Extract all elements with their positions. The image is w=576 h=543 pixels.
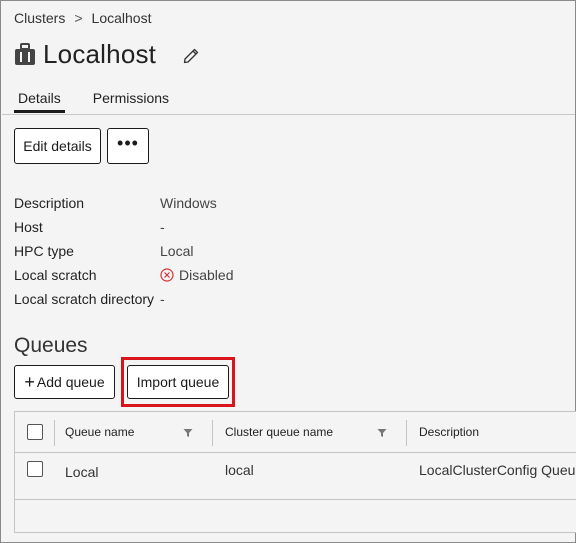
detail-value-with-icon: Disabled — [160, 267, 233, 283]
column-divider — [212, 420, 213, 446]
page-title: Localhost — [43, 39, 157, 69]
detail-value: - — [160, 291, 165, 307]
detail-row-description: Description Windows — [14, 191, 233, 215]
column-header-queue-name[interactable]: Queue name — [65, 412, 134, 452]
detail-row-hpc-type: HPC type Local — [14, 239, 233, 263]
page-frame: Clusters > Localhost Localhost Details P… — [0, 0, 576, 543]
tab-permissions[interactable]: Permissions — [89, 90, 173, 111]
pencil-icon[interactable] — [182, 47, 200, 65]
tabs-divider — [2, 114, 575, 115]
queues-heading: Queues — [14, 334, 88, 357]
column-divider — [54, 420, 55, 446]
cell-description: LocalClusterConfig Queue — [419, 462, 576, 478]
detail-value: Windows — [160, 195, 217, 211]
detail-value: Local — [160, 243, 194, 259]
select-all-checkbox[interactable] — [27, 424, 43, 440]
filter-icon[interactable] — [377, 428, 387, 438]
column-divider — [406, 420, 407, 446]
detail-label: Description — [14, 195, 85, 211]
table-header: Queue name Cluster queue name Descriptio… — [15, 412, 576, 453]
detail-label: HPC type — [14, 243, 74, 259]
add-queue-button[interactable]: + Add queue — [14, 365, 115, 399]
breadcrumb-clusters-link[interactable]: Clusters — [14, 10, 65, 26]
cell-cluster-queue-name: local — [225, 462, 254, 478]
detail-row-host: Host - — [14, 215, 233, 239]
detail-label: Local scratch directory — [14, 291, 155, 307]
column-header-description[interactable]: Description — [419, 412, 479, 452]
more-actions-button[interactable]: ••• — [107, 128, 149, 164]
filter-icon[interactable] — [183, 428, 193, 438]
row-checkbox[interactable] — [27, 461, 43, 477]
cluster-icon — [15, 42, 35, 65]
queues-table: Queue name Cluster queue name Descriptio… — [14, 411, 576, 533]
tab-bar: Details Permissions — [14, 90, 173, 113]
cell-queue-name: Local — [65, 464, 99, 480]
detail-row-local-scratch: Local scratch Disabled — [14, 263, 233, 287]
details-list: Description Windows Host - HPC type Loca… — [14, 191, 233, 311]
table-row[interactable]: Local local LocalClusterConfig Queue — [15, 453, 576, 500]
add-queue-label: Add queue — [36, 374, 105, 390]
column-header-cluster-queue-name[interactable]: Cluster queue name — [225, 412, 333, 452]
edit-details-button[interactable]: Edit details — [14, 128, 101, 164]
breadcrumb-current: Localhost — [91, 10, 152, 26]
tab-details[interactable]: Details — [14, 90, 65, 113]
detail-label: Host — [14, 219, 43, 235]
detail-label: Local scratch — [14, 267, 97, 283]
detail-value: - — [160, 219, 165, 235]
detail-value: Disabled — [179, 267, 234, 283]
title-row: Localhost — [14, 39, 200, 70]
breadcrumb-separator: > — [74, 10, 83, 26]
disabled-x-icon — [160, 268, 174, 282]
detail-row-local-scratch-directory: Local scratch directory - — [14, 287, 233, 311]
breadcrumb: Clusters > Localhost — [14, 10, 151, 26]
plus-icon: + — [24, 372, 35, 392]
import-queue-button[interactable]: Import queue — [127, 365, 229, 399]
